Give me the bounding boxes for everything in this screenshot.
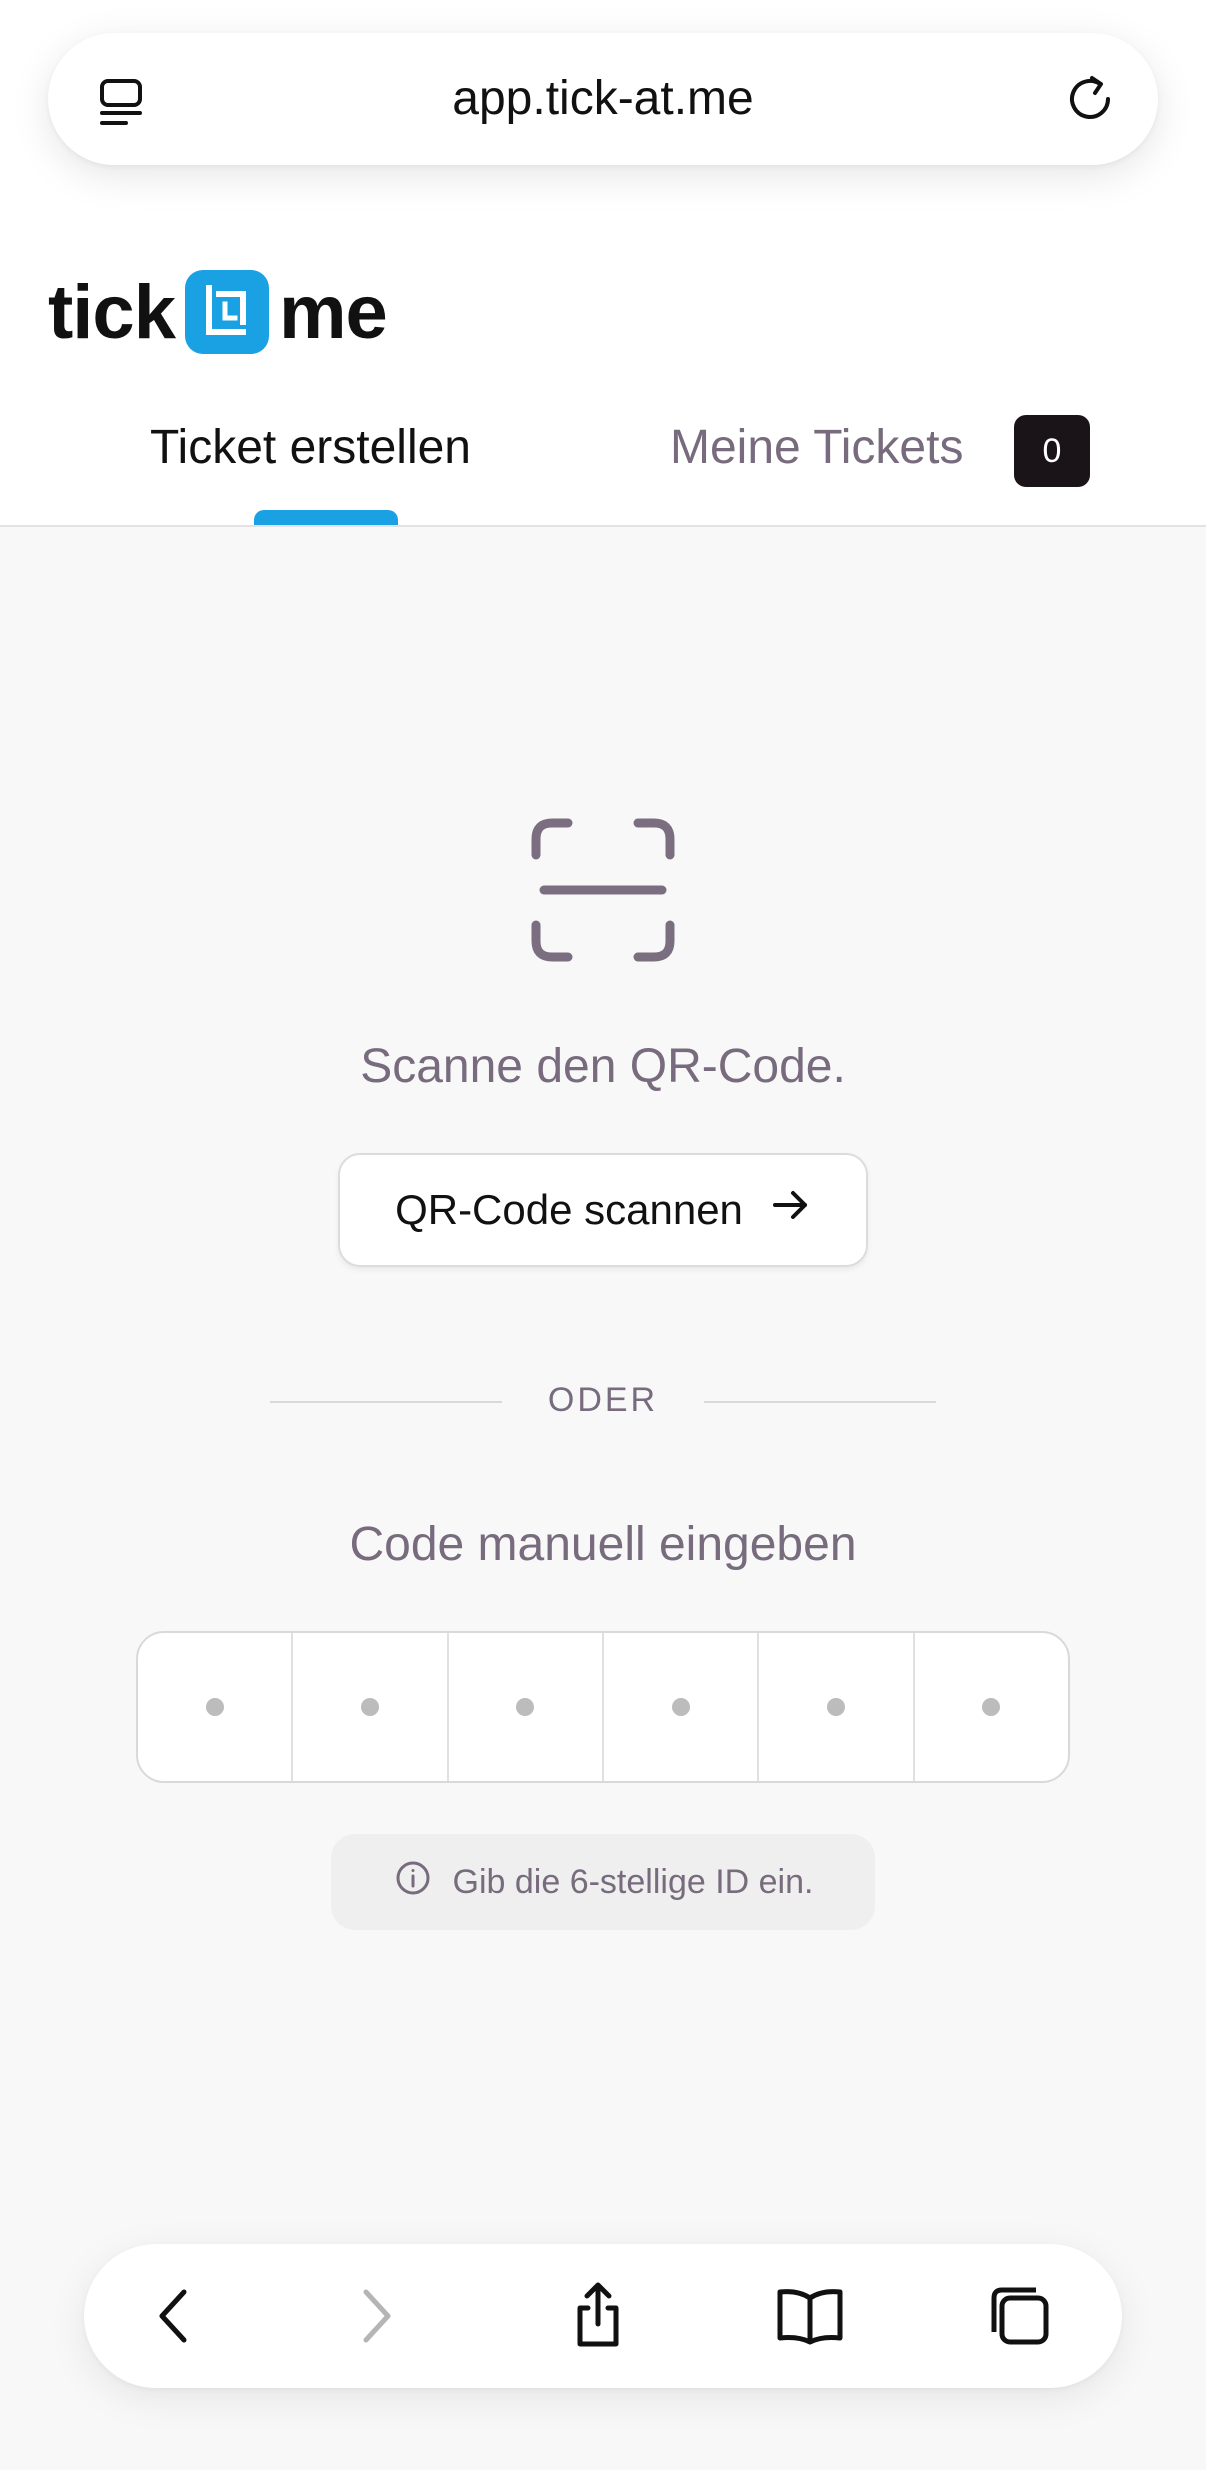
logo-word-right: me — [278, 269, 388, 355]
empty-slot-dot — [360, 1698, 379, 1716]
share-icon[interactable] — [558, 2276, 638, 2356]
forward-icon[interactable] — [334, 2276, 414, 2356]
logo-mark-icon — [184, 270, 269, 354]
or-divider: ODER — [270, 1381, 936, 1421]
empty-slot-dot — [516, 1698, 535, 1716]
tab-ticket-erstellen[interactable]: Ticket erstellen — [150, 420, 471, 475]
empty-slot-dot — [826, 1698, 845, 1716]
scan-button-label: QR-Code scannen — [395, 1186, 743, 1233]
code-digit-input[interactable] — [759, 1633, 915, 1781]
tab-bar: Ticket erstellen Meine Tickets 0 — [0, 395, 1206, 527]
browser-toolbar — [84, 2244, 1122, 2388]
scan-qr-button[interactable]: QR-Code scannen — [338, 1153, 868, 1267]
tab-meine-tickets[interactable]: Meine Tickets — [670, 420, 963, 475]
code-digit-input[interactable] — [449, 1633, 604, 1781]
tickets-count-badge: 0 — [1014, 415, 1090, 487]
arrow-right-icon — [769, 1184, 811, 1236]
address-bar[interactable]: app.tick-at.me — [48, 33, 1158, 165]
code-digit-input[interactable] — [138, 1633, 294, 1781]
empty-slot-dot — [982, 1698, 1001, 1716]
code-input-group — [136, 1631, 1070, 1783]
hint-box: Gib die 6-stellige ID ein. — [331, 1834, 875, 1930]
code-digit-input[interactable] — [915, 1633, 1068, 1781]
info-icon — [393, 1858, 433, 1907]
scan-instruction: Scanne den QR-Code. — [360, 1040, 846, 1093]
url-text[interactable]: app.tick-at.me — [48, 71, 1158, 126]
logo-word-left: tick — [48, 269, 176, 355]
empty-slot-dot — [205, 1698, 224, 1716]
qr-scan-icon — [530, 817, 676, 963]
active-tab-indicator — [254, 510, 398, 525]
tabs-icon[interactable] — [980, 2276, 1060, 2356]
brand-logo: tick me — [48, 262, 388, 362]
browser-bottom-area — [0, 2192, 1206, 2470]
manual-code-label: Code manuell eingeben — [349, 1518, 857, 1571]
divider-line-right — [704, 1401, 936, 1403]
main-content: Scanne den QR-Code. QR-Code scannen ODER… — [0, 527, 1206, 2192]
code-digit-input[interactable] — [293, 1633, 449, 1781]
reload-icon[interactable] — [1062, 69, 1122, 129]
code-digit-input[interactable] — [604, 1633, 760, 1781]
empty-slot-dot — [671, 1698, 690, 1716]
back-icon[interactable] — [136, 2276, 216, 2356]
hint-text: Gib die 6-stellige ID ein. — [452, 1862, 814, 1901]
bookmarks-icon[interactable] — [770, 2276, 850, 2356]
